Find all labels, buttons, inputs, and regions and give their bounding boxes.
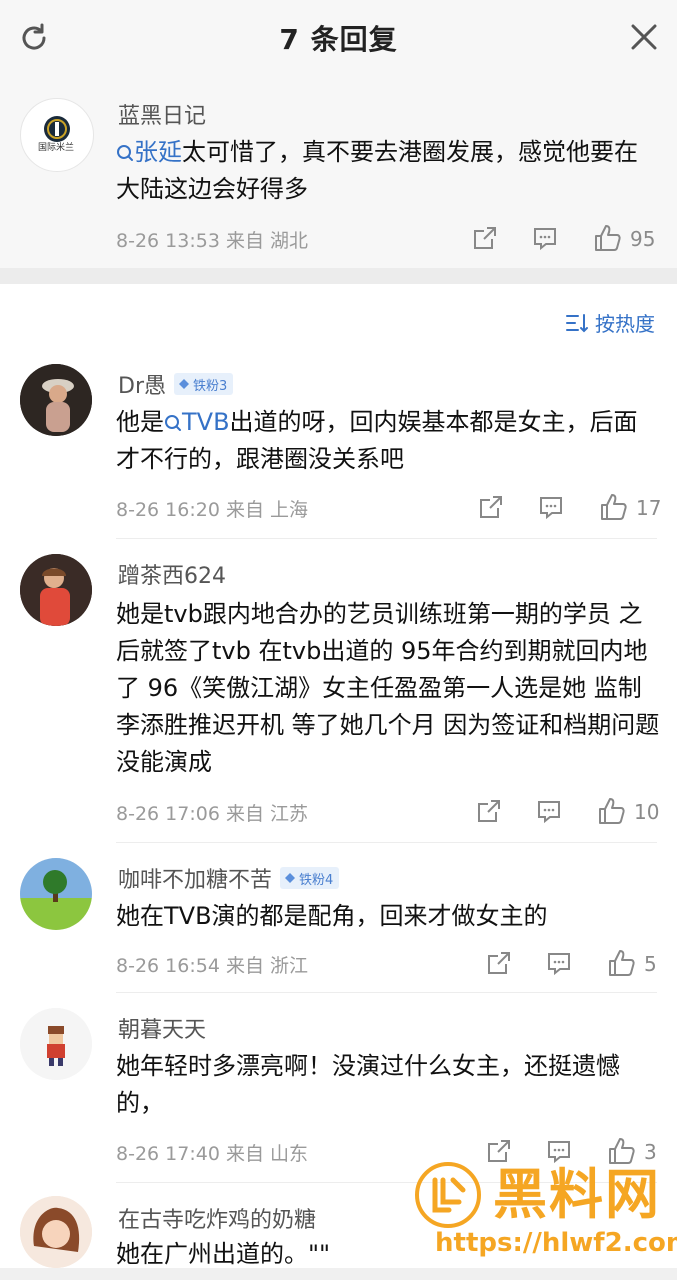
inter-logo-icon: [44, 116, 70, 142]
username-text: 蹭茶西624: [118, 564, 226, 589]
avatar[interactable]: [20, 1008, 92, 1080]
diamond-icon: [285, 873, 296, 883]
username[interactable]: 在古寺吃炸鸡的奶糖: [118, 1202, 316, 1234]
comment-icon[interactable]: [532, 225, 558, 251]
like-count: 95: [630, 227, 656, 251]
username[interactable]: 蓝黑日记: [118, 98, 206, 130]
username-text: 咖啡不加糖不苦: [118, 868, 273, 893]
watermark: 黑料网 https://hlwf2.com: [415, 1162, 677, 1258]
avatar-image: [20, 554, 92, 626]
like-icon[interactable]: [592, 223, 622, 253]
watermark-url: https://hlwf2.com: [435, 1228, 677, 1258]
username-text: 在古寺吃炸鸡的奶糖: [118, 1208, 317, 1233]
timestamp-location: 8-26 17:40 来自 山东: [116, 1143, 308, 1165]
comment-text: 他是 TVB出道的呀，回内娱基本都是女主，后面才不行的，跟港圈没关系吧: [116, 408, 638, 473]
comment-icon[interactable]: [546, 950, 572, 976]
avatar-image: [20, 1008, 92, 1080]
username[interactable]: 咖啡不加糖不苦 铁粉4: [118, 862, 340, 894]
avatar[interactable]: [20, 1196, 92, 1268]
header: 7 条回复: [0, 0, 677, 75]
timestamp-location: 8-26 16:54 来自 浙江: [116, 955, 308, 977]
comment-text: 张延太可惜了，真不要去港圈发展，感觉他要在大陆这边会好得多: [116, 138, 638, 203]
comment-text: 她是tvb跟内地合办的艺员训练班第一期的学员 之后就签了tvb 在tvb出道的 …: [116, 600, 667, 776]
divider: [116, 538, 657, 539]
sort-button[interactable]: 按热度: [565, 308, 655, 337]
username-text: 朝暮天天: [118, 1018, 207, 1043]
username[interactable]: 朝暮天天: [118, 1012, 206, 1044]
like-icon[interactable]: [606, 948, 636, 978]
comment-icon[interactable]: [536, 798, 562, 824]
share-icon[interactable]: [472, 225, 498, 251]
search-icon: [165, 415, 181, 431]
page-title: 7 条回复: [279, 23, 398, 56]
comment-text: 她年轻时多漂亮啊！没演过什么女主，还挺遗憾的，: [116, 1052, 620, 1117]
like-icon[interactable]: [596, 796, 626, 826]
sort-icon: [566, 313, 588, 332]
mention-link[interactable]: TVB: [164, 408, 230, 436]
watermark-text: 黑料网: [493, 1163, 661, 1226]
share-icon[interactable]: [476, 798, 502, 824]
timestamp-location: 8-26 13:53 来自 湖北: [116, 230, 308, 252]
timestamp-location: 8-26 17:06 来自 江苏: [116, 803, 308, 825]
comment-icon[interactable]: [546, 1138, 572, 1164]
username-text: 蓝黑日记: [118, 104, 207, 129]
timestamp-location: 8-26 16:20 来自 上海: [116, 499, 308, 521]
avatar-image: [20, 858, 92, 930]
sort-label: 按热度: [595, 312, 655, 336]
avatar[interactable]: [20, 364, 92, 436]
comment-icon[interactable]: [538, 494, 564, 520]
avatar[interactable]: [20, 98, 94, 172]
avatar[interactable]: [20, 858, 92, 930]
fan-badge: 铁粉4: [280, 867, 340, 889]
like-count: 3: [644, 1140, 657, 1164]
diamond-icon: [179, 379, 189, 389]
username-text: Dr愚: [118, 374, 166, 399]
share-icon[interactable]: [486, 950, 512, 976]
search-icon: [117, 145, 133, 161]
like-count: 17: [636, 496, 662, 520]
close-icon[interactable]: [629, 22, 659, 52]
username[interactable]: 蹭茶西624: [118, 558, 226, 590]
like-icon[interactable]: [598, 492, 628, 522]
divider: [116, 992, 657, 993]
fan-badge: 铁粉3: [174, 373, 234, 395]
avatar-image: [20, 1196, 92, 1268]
comment-text: 她在TVB演的都是配角，回来才做女主的: [116, 902, 548, 930]
divider: [116, 842, 657, 843]
avatar-image: [20, 364, 92, 436]
avatar-caption: 国际米兰: [37, 143, 74, 153]
mention-link[interactable]: 张延: [116, 138, 182, 166]
username[interactable]: Dr愚 铁粉3: [118, 368, 234, 400]
watermark-logo-icon: [415, 1162, 481, 1228]
share-icon[interactable]: [486, 1138, 512, 1164]
bottom-bar: [0, 1268, 677, 1280]
share-icon[interactable]: [478, 494, 504, 520]
like-count: 5: [644, 952, 657, 976]
like-count: 10: [634, 800, 660, 824]
section-separator: [0, 268, 677, 284]
avatar[interactable]: [20, 554, 92, 626]
